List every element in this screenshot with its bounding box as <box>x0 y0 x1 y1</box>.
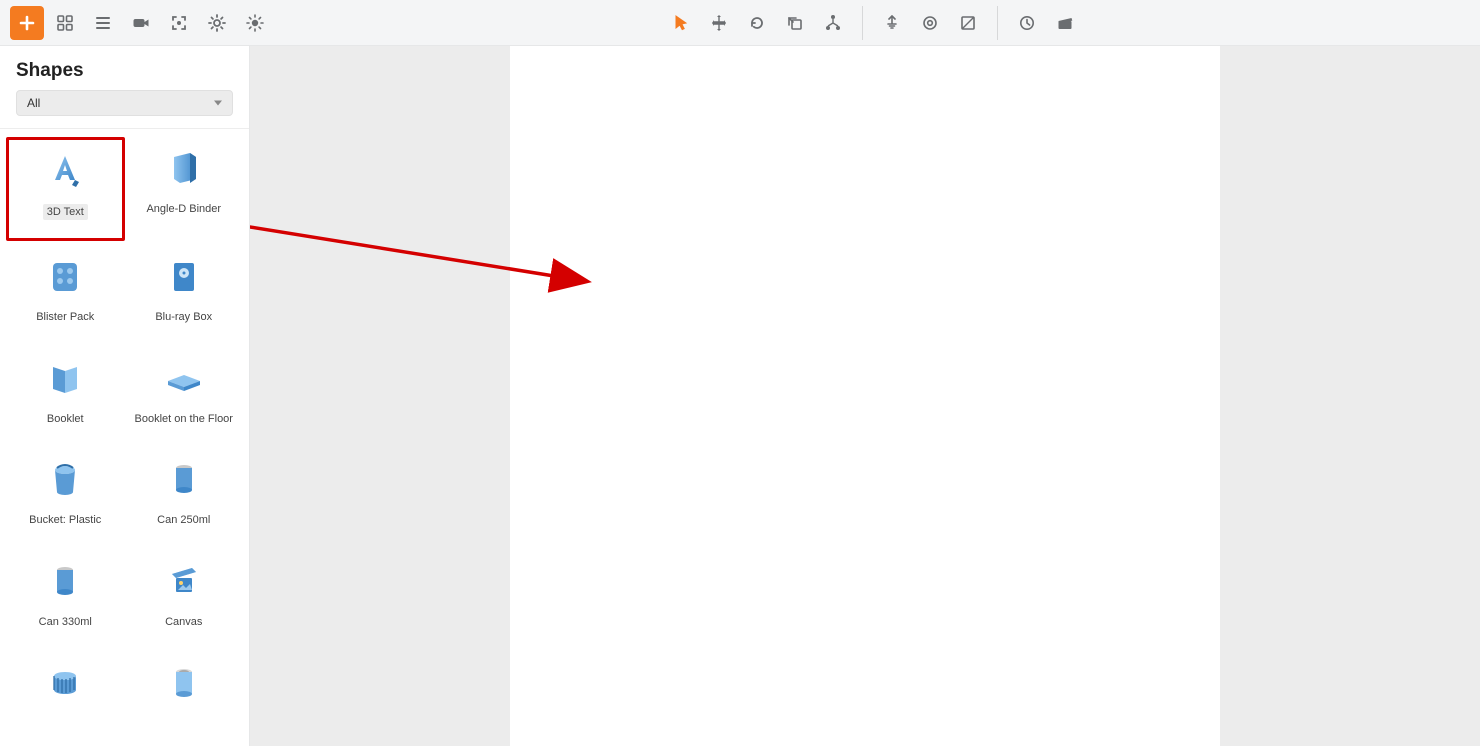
blister-icon <box>41 253 89 301</box>
shapes-sidebar: Shapes All 3D Text Angle-D Binder Blister … <box>0 46 250 746</box>
booklet-floor-icon <box>160 355 208 403</box>
canvas-page[interactable] <box>510 46 1220 746</box>
shape-item[interactable] <box>6 652 125 738</box>
shapes-grid: 3D Text Angle-D Binder Blister Pack Blu-ray… <box>0 129 249 746</box>
shape-label: Angle-D Binder <box>142 201 225 217</box>
toolbar-group-center <box>662 0 1084 45</box>
shape-item[interactable]: Blister Pack <box>6 245 125 343</box>
layers-icon[interactable] <box>951 6 985 40</box>
shape-filter-value: All <box>27 96 40 110</box>
can-icon <box>41 558 89 606</box>
clapper-icon[interactable] <box>1048 6 1082 40</box>
shape-label: Bucket: Plastic <box>25 512 105 528</box>
shape-item[interactable]: Can 330ml <box>6 550 125 648</box>
shape-item[interactable]: Can 250ml <box>125 448 244 546</box>
ground-icon[interactable] <box>875 6 909 40</box>
shape-label: Can 250ml <box>153 512 214 528</box>
list-view-icon[interactable] <box>86 6 120 40</box>
shape-label: Canvas <box>161 614 206 630</box>
grid-view-icon[interactable] <box>48 6 82 40</box>
shape-item[interactable]: Booklet on the Floor <box>125 347 244 445</box>
shape-item[interactable]: Angle-D Binder <box>125 137 244 241</box>
rotate-tool-icon[interactable] <box>740 6 774 40</box>
shape-item[interactable]: 3D Text <box>6 137 125 241</box>
move-tool-icon[interactable] <box>702 6 736 40</box>
shape-item[interactable] <box>125 652 244 738</box>
bluray-icon <box>160 253 208 301</box>
binder-icon <box>160 145 208 193</box>
shape-label: Booklet <box>43 411 88 427</box>
canvas-icon <box>160 558 208 606</box>
shape-label <box>61 716 69 720</box>
shape-label: Blu-ray Box <box>151 309 216 325</box>
focus-icon[interactable] <box>162 6 196 40</box>
shape-label <box>180 716 188 720</box>
history-icon[interactable] <box>1010 6 1044 40</box>
cap-icon <box>41 660 89 708</box>
scale-tool-icon[interactable] <box>778 6 812 40</box>
shape-label: Can 330ml <box>35 614 96 630</box>
top-toolbar <box>0 0 1480 46</box>
shape-label: Booklet on the Floor <box>131 411 237 427</box>
canvas-area[interactable] <box>250 46 1480 746</box>
shape-item[interactable]: Blu-ray Box <box>125 245 244 343</box>
can-open-icon <box>160 660 208 708</box>
bucket-icon <box>41 456 89 504</box>
shape-item[interactable]: Canvas <box>125 550 244 648</box>
add-button[interactable] <box>10 6 44 40</box>
hierarchy-icon[interactable] <box>816 6 850 40</box>
can-icon <box>160 456 208 504</box>
shape-label: Blister Pack <box>32 309 98 325</box>
gear-icon[interactable] <box>200 6 234 40</box>
sidebar-title: Shapes <box>0 46 249 90</box>
toolbar-separator <box>997 6 998 40</box>
shape-label: 3D Text <box>43 204 88 220</box>
shape-filter-select[interactable]: All <box>16 90 233 116</box>
toolbar-separator <box>862 6 863 40</box>
pointer-tool-icon[interactable] <box>664 6 698 40</box>
toolbar-group-left <box>8 0 274 45</box>
shape-item[interactable]: Booklet <box>6 347 125 445</box>
shape-item[interactable]: Bucket: Plastic <box>6 448 125 546</box>
brightness-icon[interactable] <box>238 6 272 40</box>
letter-a-icon <box>41 148 89 196</box>
camera-icon[interactable] <box>124 6 158 40</box>
booklet-icon <box>41 355 89 403</box>
target-icon[interactable] <box>913 6 947 40</box>
